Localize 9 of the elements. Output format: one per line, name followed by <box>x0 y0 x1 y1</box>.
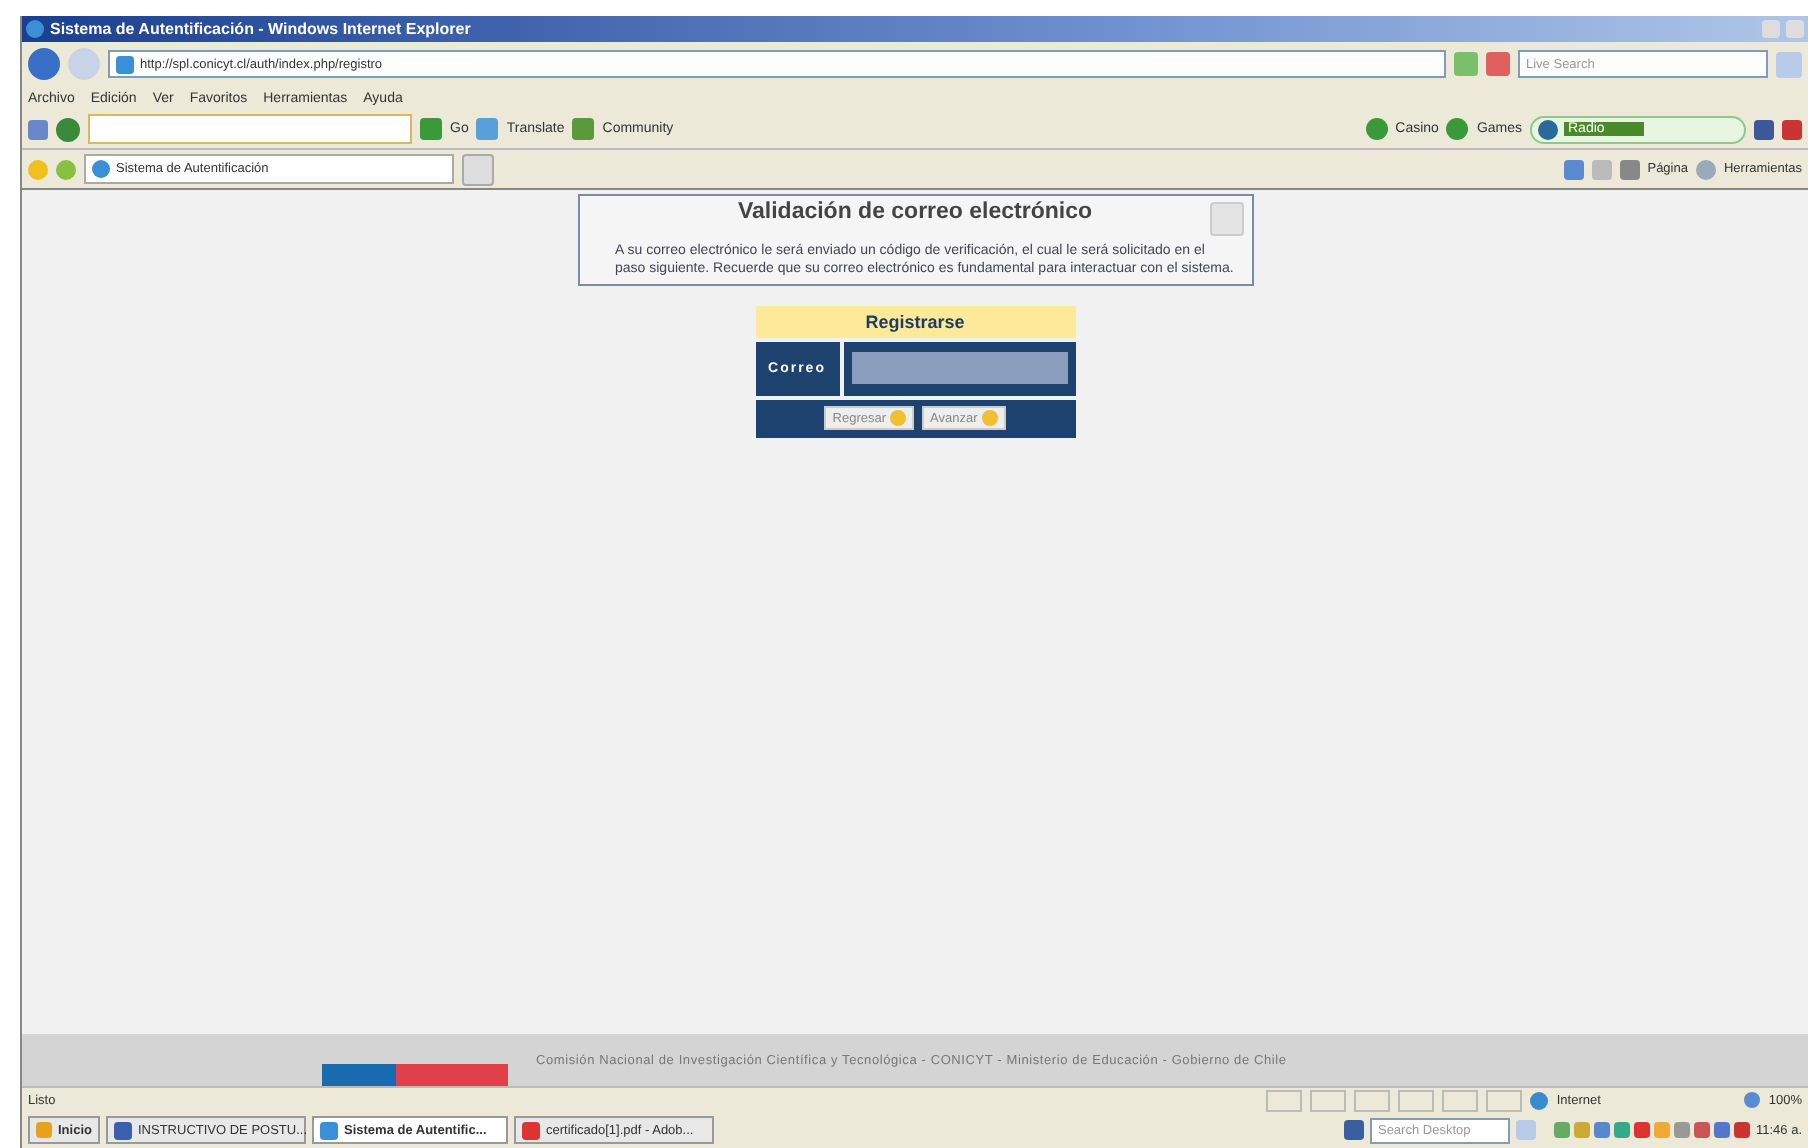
search-button[interactable] <box>1776 51 1802 77</box>
minimize-button[interactable] <box>1762 20 1780 38</box>
toolbar-search-field[interactable] <box>88 114 412 144</box>
new-tab-button[interactable] <box>462 153 494 185</box>
window-title: Sistema de Autentificación - Windows Internet Explorer <box>50 20 473 38</box>
email-field[interactable] <box>851 352 1067 385</box>
info-title: Validación de correo electrónico <box>735 200 1095 224</box>
restore-button[interactable] <box>1786 20 1804 38</box>
form-title: Registrarse <box>755 306 1075 339</box>
